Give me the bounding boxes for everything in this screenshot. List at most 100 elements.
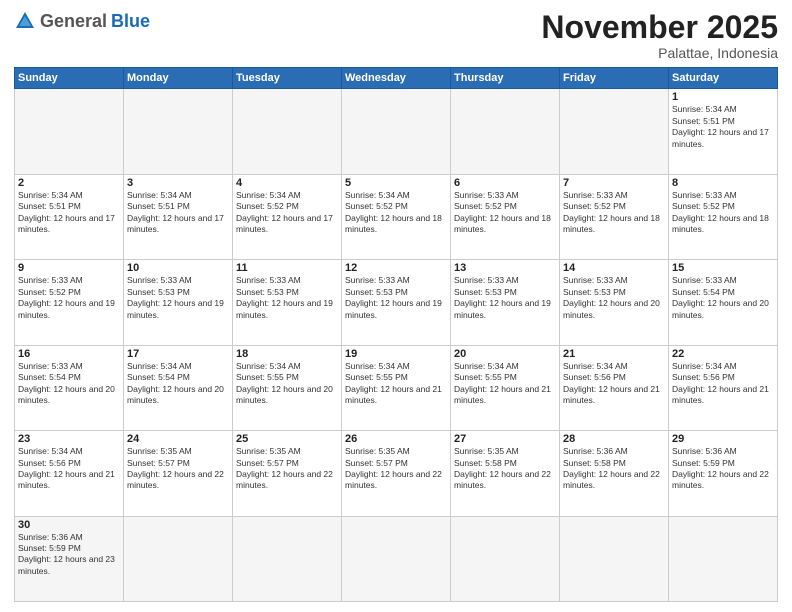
weekday-header-friday: Friday	[560, 68, 669, 89]
calendar-cell: 6Sunrise: 5:33 AMSunset: 5:52 PMDaylight…	[451, 174, 560, 259]
day-info: Sunrise: 5:33 AMSunset: 5:52 PMDaylight:…	[563, 190, 665, 236]
weekday-header-sunday: Sunday	[15, 68, 124, 89]
day-info: Sunrise: 5:33 AMSunset: 5:54 PMDaylight:…	[672, 275, 774, 321]
day-number: 24	[127, 433, 229, 445]
day-number: 2	[18, 177, 120, 189]
day-info: Sunrise: 5:34 AMSunset: 5:54 PMDaylight:…	[127, 361, 229, 407]
calendar-table: SundayMondayTuesdayWednesdayThursdayFrid…	[14, 67, 778, 602]
day-number: 15	[672, 262, 774, 274]
day-info: Sunrise: 5:36 AMSunset: 5:59 PMDaylight:…	[18, 532, 120, 578]
day-number: 20	[454, 348, 556, 360]
calendar-cell	[451, 516, 560, 601]
calendar-cell: 28Sunrise: 5:36 AMSunset: 5:58 PMDayligh…	[560, 431, 669, 516]
weekday-header-saturday: Saturday	[669, 68, 778, 89]
calendar-cell: 1Sunrise: 5:34 AMSunset: 5:51 PMDaylight…	[669, 89, 778, 174]
day-number: 29	[672, 433, 774, 445]
day-info: Sunrise: 5:36 AMSunset: 5:59 PMDaylight:…	[672, 446, 774, 492]
calendar-cell	[342, 89, 451, 174]
logo-blue: Blue	[111, 11, 150, 32]
day-info: Sunrise: 5:34 AMSunset: 5:56 PMDaylight:…	[563, 361, 665, 407]
calendar-row-5: 30Sunrise: 5:36 AMSunset: 5:59 PMDayligh…	[15, 516, 778, 601]
calendar-cell: 21Sunrise: 5:34 AMSunset: 5:56 PMDayligh…	[560, 345, 669, 430]
calendar-cell: 19Sunrise: 5:34 AMSunset: 5:55 PMDayligh…	[342, 345, 451, 430]
calendar-cell: 11Sunrise: 5:33 AMSunset: 5:53 PMDayligh…	[233, 260, 342, 345]
day-info: Sunrise: 5:35 AMSunset: 5:57 PMDaylight:…	[345, 446, 447, 492]
logo-area: GeneralBlue	[14, 10, 150, 32]
day-info: Sunrise: 5:33 AMSunset: 5:54 PMDaylight:…	[18, 361, 120, 407]
calendar-cell: 14Sunrise: 5:33 AMSunset: 5:53 PMDayligh…	[560, 260, 669, 345]
day-info: Sunrise: 5:33 AMSunset: 5:52 PMDaylight:…	[454, 190, 556, 236]
day-number: 22	[672, 348, 774, 360]
month-title: November 2025	[541, 10, 778, 45]
day-number: 19	[345, 348, 447, 360]
day-info: Sunrise: 5:33 AMSunset: 5:53 PMDaylight:…	[563, 275, 665, 321]
calendar-row-4: 23Sunrise: 5:34 AMSunset: 5:56 PMDayligh…	[15, 431, 778, 516]
calendar-cell: 16Sunrise: 5:33 AMSunset: 5:54 PMDayligh…	[15, 345, 124, 430]
logo: GeneralBlue	[14, 10, 150, 32]
day-number: 5	[345, 177, 447, 189]
calendar-cell: 7Sunrise: 5:33 AMSunset: 5:52 PMDaylight…	[560, 174, 669, 259]
weekday-header-tuesday: Tuesday	[233, 68, 342, 89]
calendar-cell: 24Sunrise: 5:35 AMSunset: 5:57 PMDayligh…	[124, 431, 233, 516]
logo-general: General	[40, 11, 107, 32]
calendar-cell	[233, 89, 342, 174]
day-number: 9	[18, 262, 120, 274]
calendar-cell	[342, 516, 451, 601]
header: GeneralBlue November 2025 Palattae, Indo…	[14, 10, 778, 61]
day-number: 23	[18, 433, 120, 445]
day-number: 25	[236, 433, 338, 445]
calendar-cell	[124, 89, 233, 174]
calendar-cell: 10Sunrise: 5:33 AMSunset: 5:53 PMDayligh…	[124, 260, 233, 345]
day-info: Sunrise: 5:34 AMSunset: 5:51 PMDaylight:…	[127, 190, 229, 236]
day-number: 6	[454, 177, 556, 189]
calendar-cell	[669, 516, 778, 601]
day-number: 8	[672, 177, 774, 189]
calendar-cell: 26Sunrise: 5:35 AMSunset: 5:57 PMDayligh…	[342, 431, 451, 516]
day-number: 30	[18, 519, 120, 531]
day-info: Sunrise: 5:34 AMSunset: 5:52 PMDaylight:…	[236, 190, 338, 236]
calendar-cell: 30Sunrise: 5:36 AMSunset: 5:59 PMDayligh…	[15, 516, 124, 601]
calendar-cell: 18Sunrise: 5:34 AMSunset: 5:55 PMDayligh…	[233, 345, 342, 430]
calendar-cell: 3Sunrise: 5:34 AMSunset: 5:51 PMDaylight…	[124, 174, 233, 259]
day-number: 10	[127, 262, 229, 274]
page: GeneralBlue November 2025 Palattae, Indo…	[0, 0, 792, 612]
day-info: Sunrise: 5:35 AMSunset: 5:58 PMDaylight:…	[454, 446, 556, 492]
calendar-cell: 20Sunrise: 5:34 AMSunset: 5:55 PMDayligh…	[451, 345, 560, 430]
calendar-cell: 23Sunrise: 5:34 AMSunset: 5:56 PMDayligh…	[15, 431, 124, 516]
day-info: Sunrise: 5:34 AMSunset: 5:52 PMDaylight:…	[345, 190, 447, 236]
day-number: 26	[345, 433, 447, 445]
calendar-cell: 29Sunrise: 5:36 AMSunset: 5:59 PMDayligh…	[669, 431, 778, 516]
day-info: Sunrise: 5:33 AMSunset: 5:53 PMDaylight:…	[454, 275, 556, 321]
calendar-cell	[124, 516, 233, 601]
day-info: Sunrise: 5:33 AMSunset: 5:52 PMDaylight:…	[672, 190, 774, 236]
calendar-cell: 27Sunrise: 5:35 AMSunset: 5:58 PMDayligh…	[451, 431, 560, 516]
day-info: Sunrise: 5:36 AMSunset: 5:58 PMDaylight:…	[563, 446, 665, 492]
day-info: Sunrise: 5:34 AMSunset: 5:56 PMDaylight:…	[672, 361, 774, 407]
day-info: Sunrise: 5:33 AMSunset: 5:52 PMDaylight:…	[18, 275, 120, 321]
day-number: 7	[563, 177, 665, 189]
calendar-cell: 5Sunrise: 5:34 AMSunset: 5:52 PMDaylight…	[342, 174, 451, 259]
calendar-row-2: 9Sunrise: 5:33 AMSunset: 5:52 PMDaylight…	[15, 260, 778, 345]
calendar-cell: 4Sunrise: 5:34 AMSunset: 5:52 PMDaylight…	[233, 174, 342, 259]
calendar-cell: 22Sunrise: 5:34 AMSunset: 5:56 PMDayligh…	[669, 345, 778, 430]
day-number: 13	[454, 262, 556, 274]
calendar-row-1: 2 Sunrise: 5:34 AMSunset: 5:51 PMDaylight…	[15, 174, 778, 259]
day-info: Sunrise: 5:34 AMSunset: 5:56 PMDaylight:…	[18, 446, 120, 492]
calendar-cell	[15, 89, 124, 174]
day-info: Sunrise: 5:34 AMSunset: 5:55 PMDaylight:…	[345, 361, 447, 407]
calendar-cell: 12Sunrise: 5:33 AMSunset: 5:53 PMDayligh…	[342, 260, 451, 345]
day-number: 3	[127, 177, 229, 189]
calendar-cell	[560, 516, 669, 601]
day-number: 16	[18, 348, 120, 360]
calendar-cell: 25Sunrise: 5:35 AMSunset: 5:57 PMDayligh…	[233, 431, 342, 516]
weekday-header-thursday: Thursday	[451, 68, 560, 89]
day-info: Sunrise: 5:34 AMSunset: 5:55 PMDaylight:…	[454, 361, 556, 407]
calendar-cell	[233, 516, 342, 601]
title-area: November 2025 Palattae, Indonesia	[541, 10, 778, 61]
weekday-header-monday: Monday	[124, 68, 233, 89]
day-info: Sunrise: 5:33 AMSunset: 5:53 PMDaylight:…	[127, 275, 229, 321]
day-info: Sunrise: 5:34 AMSunset: 5:55 PMDaylight:…	[236, 361, 338, 407]
day-number: 11	[236, 262, 338, 274]
day-number: 12	[345, 262, 447, 274]
day-info: Sunrise: 5:35 AMSunset: 5:57 PMDaylight:…	[127, 446, 229, 492]
